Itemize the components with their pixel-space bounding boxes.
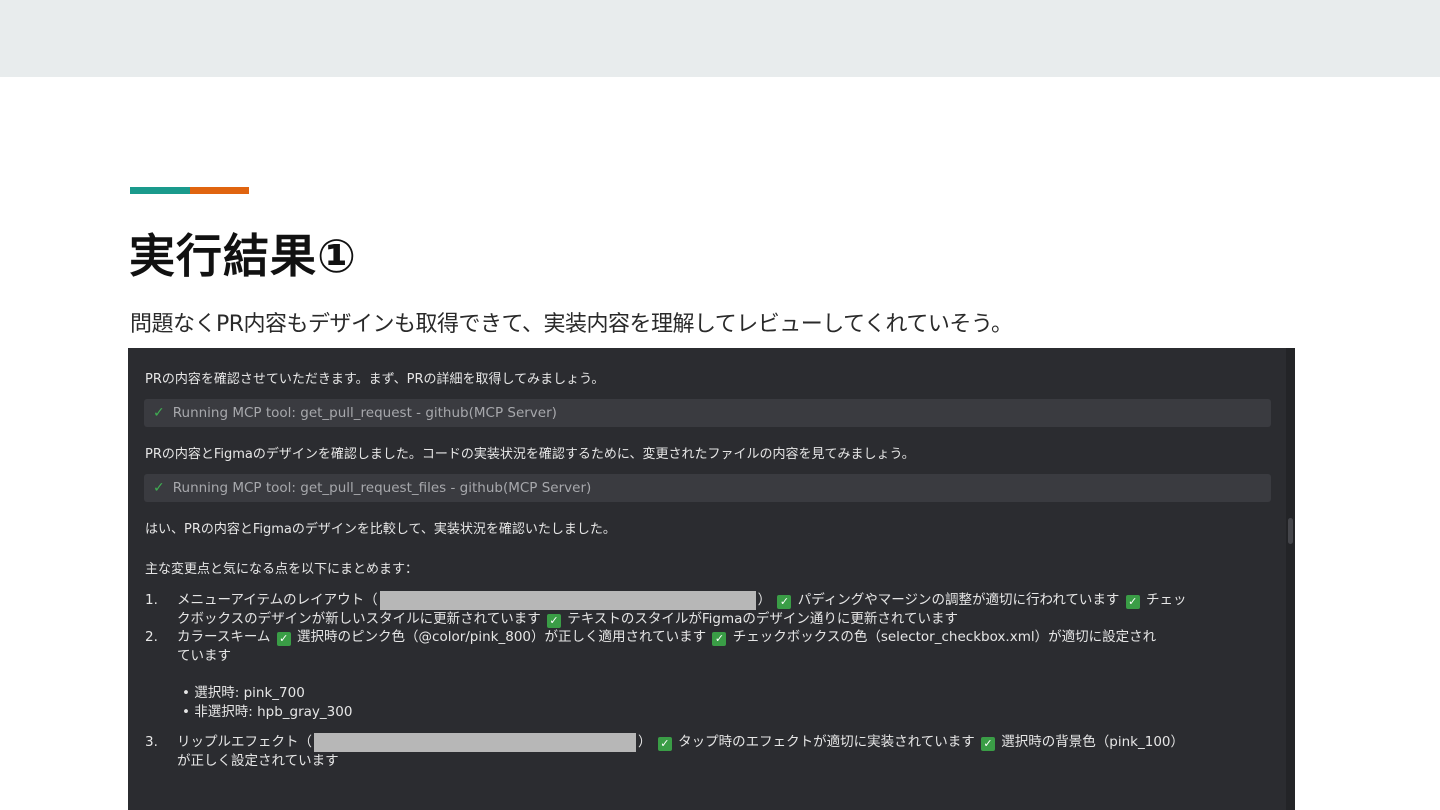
chat-message-2: PRの内容とFigmaのデザインを確認しました。コードの実装状況を確認するために…: [145, 447, 915, 462]
checkmark-icon: ✓: [712, 632, 727, 646]
item-text: が正しく設定されています: [177, 753, 339, 769]
item-text: 選択時のピンク色（@color/pink_800）が正しく適用されています: [297, 629, 707, 645]
item-text: ）: [757, 592, 772, 608]
slide-subtitle: 問題なくPR内容もデザインも取得できて、実装内容を理解してレビューしてくれていそ…: [130, 312, 1013, 337]
item-text: パディングやマージンの調整が適切に行われています: [797, 592, 1120, 608]
checkmark-icon: ✓: [657, 737, 672, 751]
redacted-block: [314, 733, 636, 752]
list-item: 3. リップルエフェクト（ ） ✓ タップ時のエフェクトが適切に実装されています ✓…: [145, 733, 1265, 769]
chat-message-1: PRの内容を確認させていただきます。まず、PRの詳細を取得してみましょう。: [145, 372, 605, 387]
checkmark-icon: ✓: [777, 595, 792, 609]
redacted-block: [379, 591, 756, 610]
tool-call-row-2[interactable]: ✓ Running MCP tool: get_pull_request_fil…: [144, 474, 1271, 502]
item-text: リップルエフェクト（: [177, 734, 312, 750]
item-text: チェッ: [1146, 592, 1187, 608]
item-text: ）: [638, 734, 652, 750]
checkmark-icon: ✓: [547, 614, 561, 628]
chat-message-3: はい、PRの内容とFigmaのデザインを比較して、実装状況を確認いたしました。: [145, 522, 616, 537]
accent-orange-segment: [190, 187, 249, 194]
accent-teal-segment: [130, 187, 190, 194]
chat-message-4: 主な変更点と気になる点を以下にまとめます：: [145, 562, 419, 577]
tool-call-row-1[interactable]: ✓ Running MCP tool: get_pull_request - g…: [144, 399, 1271, 427]
checkmark-icon: ✓: [1125, 595, 1140, 609]
list-number: 2.: [145, 629, 158, 645]
slide-title: 実行結果①: [129, 229, 357, 283]
list-number: 1.: [145, 592, 158, 608]
list-number: 3.: [145, 734, 158, 750]
item-text: チェックボックスの色（selector_checkbox.xml）が適切に設定さ…: [732, 629, 1157, 645]
list-item: 2. カラースキーム ✓ 選択時のピンク色（@color/pink_800）が正し…: [145, 628, 1265, 664]
item-text: テキストのスタイルがFigmaのデザイン通りに更新されています: [567, 611, 959, 627]
item-text: ています: [177, 648, 231, 664]
item-text: タップ時のエフェクトが適切に実装されています: [678, 734, 975, 750]
checkmark-icon: ✓: [276, 632, 291, 646]
list-item: 1. メニューアイテムのレイアウト（ ） ✓ パディングやマージンの調整が適切に行わ…: [145, 591, 1265, 628]
tool-call-label: Running MCP tool: get_pull_request_files…: [172, 480, 592, 496]
item-text: クボックスのデザインが新しいスタイルに更新されています: [177, 611, 541, 627]
checkmark-icon: ✓: [981, 737, 995, 751]
item-text: 選択時の背景色（pink_100）: [1001, 734, 1185, 750]
tool-call-label: Running MCP tool: get_pull_request - git…: [172, 405, 557, 421]
check-icon: ✓: [153, 480, 165, 496]
scrollbar[interactable]: [1286, 348, 1295, 810]
top-band: [0, 0, 1440, 77]
item-text: カラースキーム: [177, 629, 271, 645]
check-icon: ✓: [153, 405, 165, 421]
chat-screenshot: PRの内容を確認させていただきます。まず、PRの詳細を取得してみましょう。 ✓ …: [128, 348, 1295, 810]
bullet-unselected: • 非選択時: hpb_gray_300: [182, 704, 353, 720]
item-text: メニューアイテムのレイアウト（: [177, 592, 378, 608]
scrollbar-thumb[interactable]: [1288, 518, 1293, 544]
bullet-selected: • 選択時: pink_700: [182, 685, 305, 701]
accent-bar: [130, 187, 249, 194]
